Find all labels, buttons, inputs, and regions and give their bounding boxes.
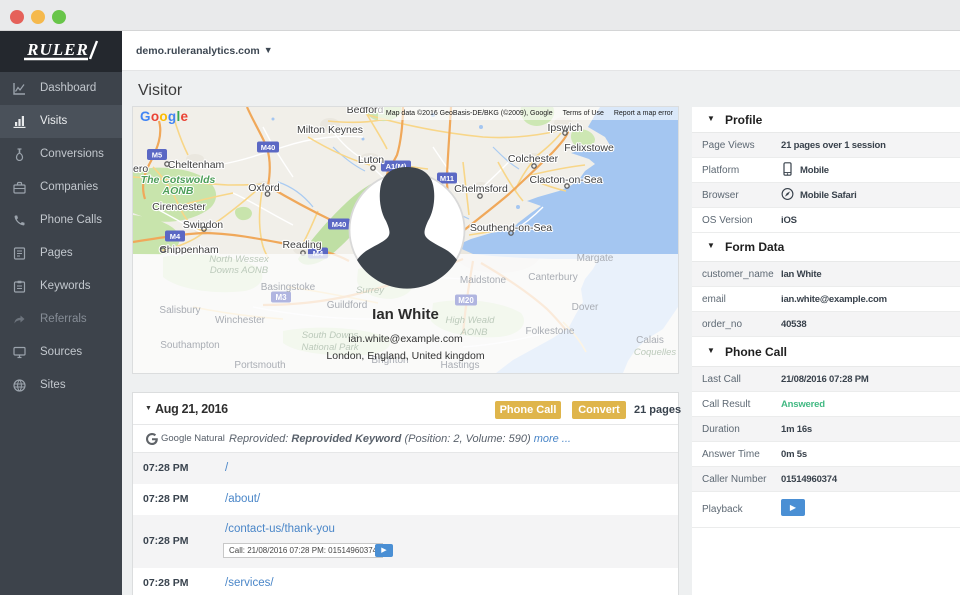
- svg-text:Maidstone: Maidstone: [460, 275, 507, 286]
- svg-text:Margate: Margate: [577, 253, 614, 264]
- svg-text:RULER: RULER: [26, 40, 89, 59]
- svg-text:M3: M3: [275, 293, 287, 302]
- svg-text:M20: M20: [458, 296, 474, 305]
- svg-text:North Wessex: North Wessex: [209, 254, 270, 265]
- svg-text:Canterbury: Canterbury: [528, 272, 577, 283]
- svg-text:Basingstoke: Basingstoke: [261, 282, 316, 293]
- svg-text:Downs AONB: Downs AONB: [210, 265, 269, 276]
